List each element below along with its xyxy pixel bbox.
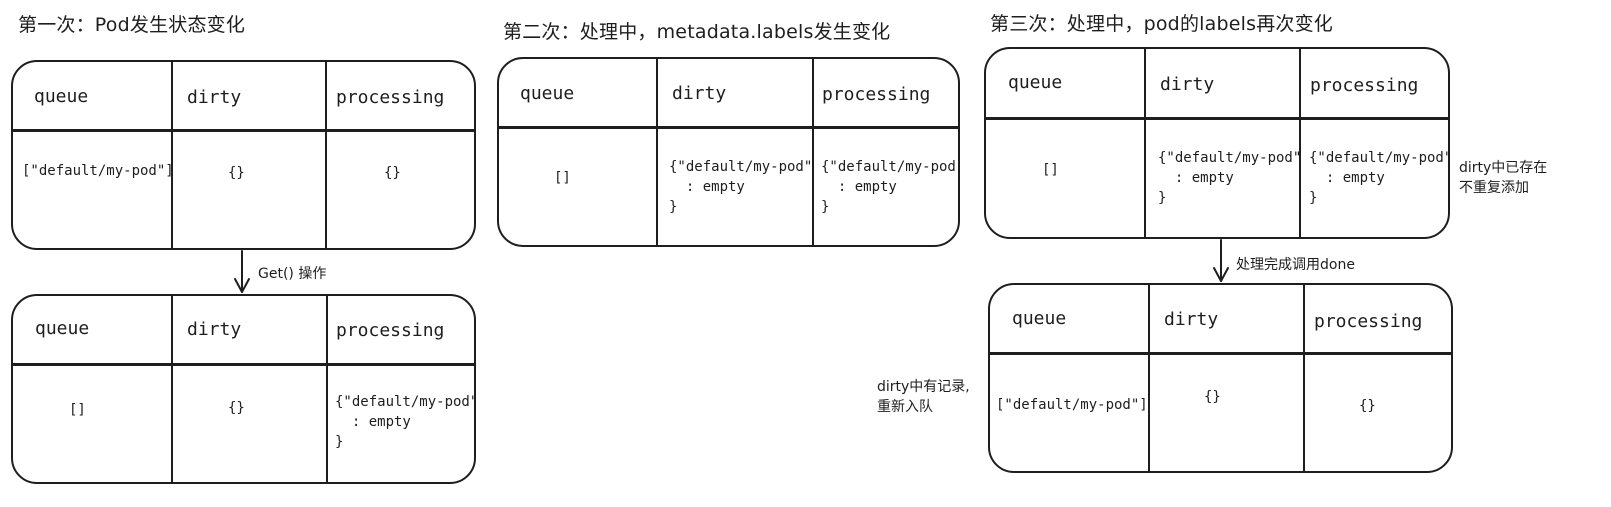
done-arrow [1213, 239, 1229, 282]
requeue-note-line1: dirty中有记录, [877, 379, 970, 395]
get-operation-label: Get() 操作 [258, 266, 327, 282]
done-call-label: 处理完成调用done [1236, 257, 1355, 273]
requeue-note: dirty中有记录, 重新入队 [877, 377, 970, 417]
requeue-note-line2: 重新入队 [877, 399, 933, 415]
flow-arrows [234, 239, 1229, 293]
dirty-exists-note-line2: 不重复添加 [1459, 180, 1529, 196]
dirty-exists-note: dirty中已存在 不重复添加 [1459, 158, 1547, 198]
get-arrow [234, 250, 250, 293]
dirty-exists-note-line1: dirty中已存在 [1459, 160, 1548, 176]
